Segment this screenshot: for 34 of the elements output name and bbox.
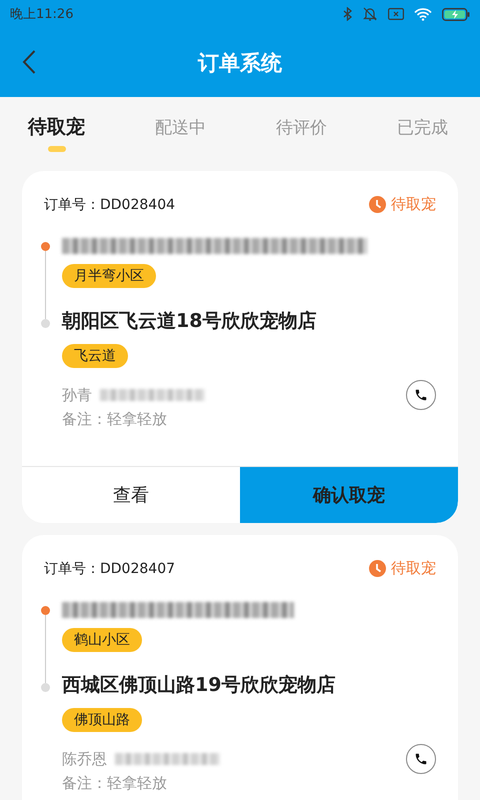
order-status: 待取宠 (391, 195, 436, 214)
sim-card-icon (388, 8, 404, 20)
status-time: 晚上11:26 (10, 6, 74, 23)
order-number: 订单号：DD028404 (44, 196, 176, 214)
contact-name: 陈乔恩 (62, 750, 107, 768)
order-tab[interactable]: 待评价 (276, 97, 327, 161)
order-note: 备注：轻拿轻放 (62, 410, 167, 428)
order-tab[interactable]: 已完成 (397, 97, 448, 161)
order-tab[interactable]: 配送中 (155, 97, 206, 161)
muted-bell-icon (362, 7, 378, 21)
order-action-button[interactable]: 确认取宠 (240, 467, 458, 523)
wifi-icon (414, 8, 432, 20)
phone-icon (414, 388, 428, 402)
bluetooth-icon (343, 7, 352, 21)
order-note: 备注：轻拿轻放 (62, 774, 167, 792)
page-title: 订单系统 (198, 50, 282, 76)
order-tab[interactable]: 待取宠 (28, 97, 85, 159)
phone-icon (414, 752, 428, 766)
phone-call-button[interactable] (406, 380, 436, 410)
phone-call-button[interactable] (406, 744, 436, 774)
area-tag: 佛顶山路 (62, 708, 142, 732)
order-number: 订单号：DD028407 (44, 560, 176, 578)
area-tag: 飞云道 (62, 344, 128, 368)
clock-icon (369, 560, 386, 577)
area-tag: 鹤山小区 (62, 628, 142, 652)
shop-address: 朝阳区飞云道18号欣欣宠物店 (62, 309, 316, 334)
clock-icon (369, 196, 386, 213)
tab-indicator (48, 146, 66, 152)
order-status: 待取宠 (391, 559, 436, 578)
shop-address: 西城区佛顶山路19号欣欣宠物店 (62, 673, 336, 698)
contact-name: 孙青 (62, 386, 92, 404)
battery-charging-icon (442, 8, 470, 20)
back-icon[interactable] (22, 50, 36, 74)
area-tag: 月半弯小区 (62, 264, 156, 288)
